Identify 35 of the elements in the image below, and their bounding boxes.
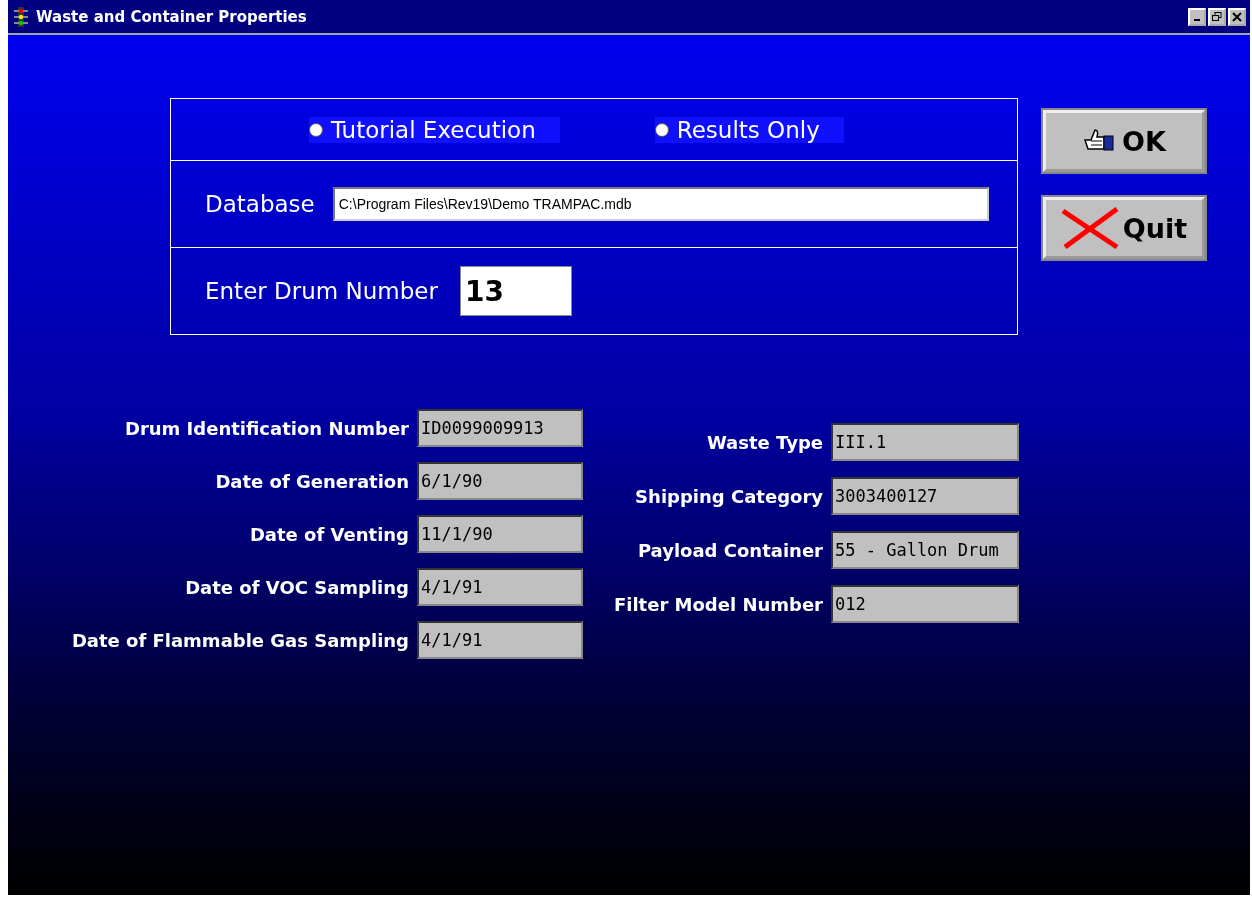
traffic-light-icon: [14, 5, 28, 28]
value-field: 4/1/91: [417, 621, 583, 659]
mode-radio[interactable]: Results Only: [654, 116, 844, 143]
field-label: Date of Venting: [249, 523, 409, 545]
value-field: 11/1/90: [417, 515, 583, 553]
field-label: Date of Flammable Gas Sampling: [71, 629, 409, 651]
window-title: Waste and Container Properties: [36, 7, 308, 26]
field-label: Drum Identification Number: [124, 417, 409, 439]
value-field: 4/1/91: [417, 568, 583, 606]
minimize-button[interactable]: [1188, 7, 1206, 26]
ok-button[interactable]: OK: [1043, 110, 1205, 172]
value-field: ID0099009913: [417, 409, 583, 447]
restore-icon: [1212, 11, 1222, 22]
value-field: 55 - Gallon Drum: [831, 531, 1019, 569]
quit-button[interactable]: Quit: [1043, 197, 1205, 259]
field-label: Date of Generation: [215, 470, 409, 492]
field-label: Date of VOC Sampling: [185, 576, 409, 598]
field-label: Waste Type: [706, 431, 823, 453]
field-label: Filter Model Number: [614, 593, 823, 615]
value-field: 6/1/90: [417, 462, 583, 500]
value-field: 3003400127: [831, 477, 1019, 515]
drum-number-label: Enter Drum Number: [205, 278, 438, 304]
field-label: Shipping Category: [635, 485, 823, 507]
close-icon: [1232, 11, 1242, 22]
value-field: 012: [831, 585, 1019, 623]
drum-number-field[interactable]: 13: [459, 266, 572, 316]
mode-radio[interactable]: Tutorial Execution: [309, 116, 560, 143]
database-label: Database: [205, 191, 315, 217]
close-button[interactable]: [1228, 7, 1246, 26]
field-label: Payload Container: [637, 539, 823, 561]
value-field: III.1: [831, 423, 1019, 461]
minimize-icon: [1194, 18, 1200, 21]
cross-icon: [1060, 207, 1119, 249]
restore-button[interactable]: [1208, 7, 1226, 26]
database-field[interactable]: C:\Program Files\Rev19\Demo TRAMPAC.mdb: [332, 187, 989, 221]
